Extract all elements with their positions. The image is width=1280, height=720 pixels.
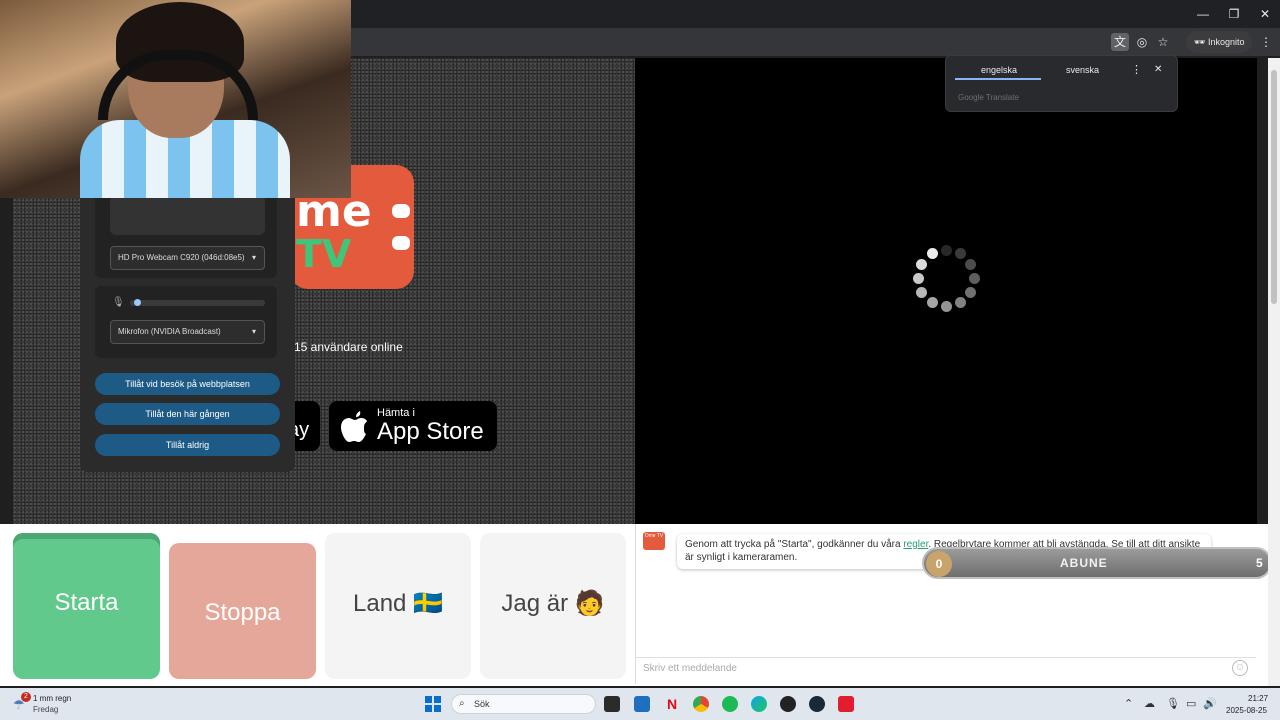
spinner-dot bbox=[964, 258, 976, 270]
minimize-button[interactable]: — bbox=[1186, 0, 1220, 28]
chevron-down-icon: ▾ bbox=[251, 253, 256, 262]
spinner-dot bbox=[916, 286, 928, 298]
task-view-icon[interactable] bbox=[604, 696, 620, 712]
youtube-icon[interactable] bbox=[838, 696, 854, 712]
microphone-select[interactable]: Mikrofon (NVIDIA Broadcast) ▾ bbox=[110, 320, 265, 344]
start-label: Starta bbox=[54, 589, 119, 616]
allow-this-time-button[interactable]: Tillåt den här gången bbox=[95, 403, 280, 425]
translate-icon[interactable]: 文 bbox=[1111, 33, 1129, 51]
active-tab-indicator bbox=[955, 78, 1041, 80]
weather-text[interactable]: 1 mm regn bbox=[33, 694, 71, 703]
spinner-dot bbox=[926, 296, 938, 308]
logo-knob-bottom bbox=[392, 236, 410, 250]
incognito-icon: 🕶 bbox=[1194, 37, 1208, 47]
rules-link[interactable]: regler bbox=[903, 539, 928, 550]
restore-button[interactable]: ❐ bbox=[1217, 0, 1251, 28]
never-allow-button[interactable]: Tillåt aldrig bbox=[95, 434, 280, 456]
mic-level-bar bbox=[130, 300, 265, 306]
spinner-dot bbox=[926, 248, 938, 260]
weather-badge: 2 bbox=[21, 692, 31, 702]
ome-badge-icon: Ome TV bbox=[643, 532, 665, 550]
webcam-overlay bbox=[0, 0, 351, 198]
person-emoji-icon: 🧑 bbox=[574, 590, 605, 617]
translate-popup bbox=[945, 55, 1178, 112]
translate-menu-icon[interactable]: ⋮ bbox=[1131, 63, 1142, 76]
scrollbar-thumb[interactable] bbox=[1271, 70, 1277, 304]
apple-icon bbox=[341, 411, 367, 442]
incognito-label: Inkognito bbox=[1207, 37, 1245, 47]
taskbar-search[interactable]: ⌕ Sök bbox=[451, 694, 596, 714]
network-icon[interactable]: ▭ bbox=[1186, 697, 1196, 710]
chat-input[interactable]: Skriv ett meddelande bbox=[636, 657, 1256, 679]
country-row: Land 🇸🇪 bbox=[325, 589, 471, 618]
edge-icon[interactable] bbox=[751, 696, 767, 712]
abune-title: ABUNE bbox=[1060, 556, 1108, 570]
close-button[interactable]: ✕ bbox=[1248, 0, 1280, 28]
microphone-icon: 🎙 bbox=[112, 297, 125, 308]
spinner-dot bbox=[916, 258, 928, 270]
screen: — ❐ ✕ 文 ◎ ☆ 🕶 Inkognito ⋮ me TV 15 använ… bbox=[0, 0, 1280, 720]
spinner-dot bbox=[940, 244, 952, 256]
spinner-dot bbox=[940, 300, 952, 312]
abune-left-value: 0 bbox=[926, 551, 952, 577]
country-button[interactable]: Land 🇸🇪 bbox=[325, 533, 471, 679]
spinner-dot bbox=[954, 296, 966, 308]
clock-time[interactable]: 21:27 bbox=[1248, 694, 1268, 703]
eye-off-icon[interactable]: ◎ bbox=[1133, 33, 1151, 51]
steam-icon[interactable] bbox=[809, 696, 825, 712]
country-label: Land bbox=[353, 590, 407, 617]
mic-level-indicator bbox=[133, 299, 141, 306]
gender-button[interactable]: Jag är 🧑 bbox=[480, 533, 626, 679]
allow-on-visit-button[interactable]: Tillåt vid besök på webbplatsen bbox=[95, 373, 280, 395]
weather-day: Fredag bbox=[33, 705, 59, 714]
camera-select-value: HD Pro Webcam C920 (046d:08e5) bbox=[118, 253, 245, 262]
tab-english[interactable]: engelska bbox=[981, 65, 1017, 75]
gender-row: Jag är 🧑 bbox=[480, 589, 626, 618]
tv-logo-text: TV bbox=[296, 232, 352, 276]
spinner-dot bbox=[912, 272, 924, 284]
volume-icon[interactable]: 🔊 bbox=[1203, 697, 1217, 710]
app-icon[interactable] bbox=[780, 696, 796, 712]
clock-date[interactable]: 2025-08-25 bbox=[1226, 706, 1267, 715]
incognito-badge[interactable]: 🕶 Inkognito bbox=[1186, 31, 1253, 53]
translate-close-icon[interactable]: ✕ bbox=[1154, 64, 1162, 75]
stop-label: Stoppa bbox=[204, 599, 281, 626]
chevron-down-icon: ▾ bbox=[251, 327, 256, 336]
bookmark-star-icon[interactable]: ☆ bbox=[1154, 33, 1172, 51]
tab-swedish[interactable]: svenska bbox=[1066, 65, 1099, 75]
search-label: Sök bbox=[474, 699, 490, 709]
remote-video-stage bbox=[635, 58, 1257, 524]
camera-preview bbox=[110, 195, 265, 235]
cloud-icon[interactable]: ☁ bbox=[1144, 697, 1155, 710]
search-icon: ⌕ bbox=[459, 698, 465, 709]
tray-chevron-icon[interactable]: ⌃ bbox=[1124, 697, 1133, 710]
netflix-icon[interactable]: N bbox=[664, 696, 680, 712]
spinner-dot bbox=[954, 248, 966, 260]
store-icon[interactable] bbox=[634, 696, 650, 712]
start-button[interactable]: Starta bbox=[13, 533, 160, 679]
microphone-select-value: Mikrofon (NVIDIA Broadcast) bbox=[118, 327, 221, 336]
spinner-dot bbox=[964, 286, 976, 298]
gender-label: Jag är bbox=[501, 590, 569, 617]
translate-footer: Google Translate bbox=[958, 93, 1019, 102]
stop-button[interactable]: Stoppa bbox=[169, 543, 316, 679]
spinner-dot bbox=[968, 272, 980, 284]
abune-right-value: 5 bbox=[1256, 556, 1263, 570]
windows-start-icon[interactable] bbox=[425, 696, 441, 712]
emoji-icon[interactable]: ☺ bbox=[1232, 660, 1248, 676]
users-online-text: 15 användare online bbox=[294, 340, 403, 354]
message-text-1: Genom att trycka på "Starta", godkänner … bbox=[685, 539, 904, 550]
microphone-tray-icon[interactable]: 🎙 bbox=[1166, 697, 1180, 710]
app-store-big-text: App Store bbox=[377, 418, 484, 445]
chrome-icon[interactable] bbox=[693, 696, 709, 712]
spotify-icon[interactable] bbox=[722, 696, 738, 712]
logo-knob-top bbox=[392, 204, 410, 218]
browser-menu-icon[interactable]: ⋮ bbox=[1257, 33, 1275, 51]
camera-select[interactable]: HD Pro Webcam C920 (046d:08e5) ▾ bbox=[110, 246, 265, 270]
sweden-flag-icon: 🇸🇪 bbox=[413, 590, 443, 617]
